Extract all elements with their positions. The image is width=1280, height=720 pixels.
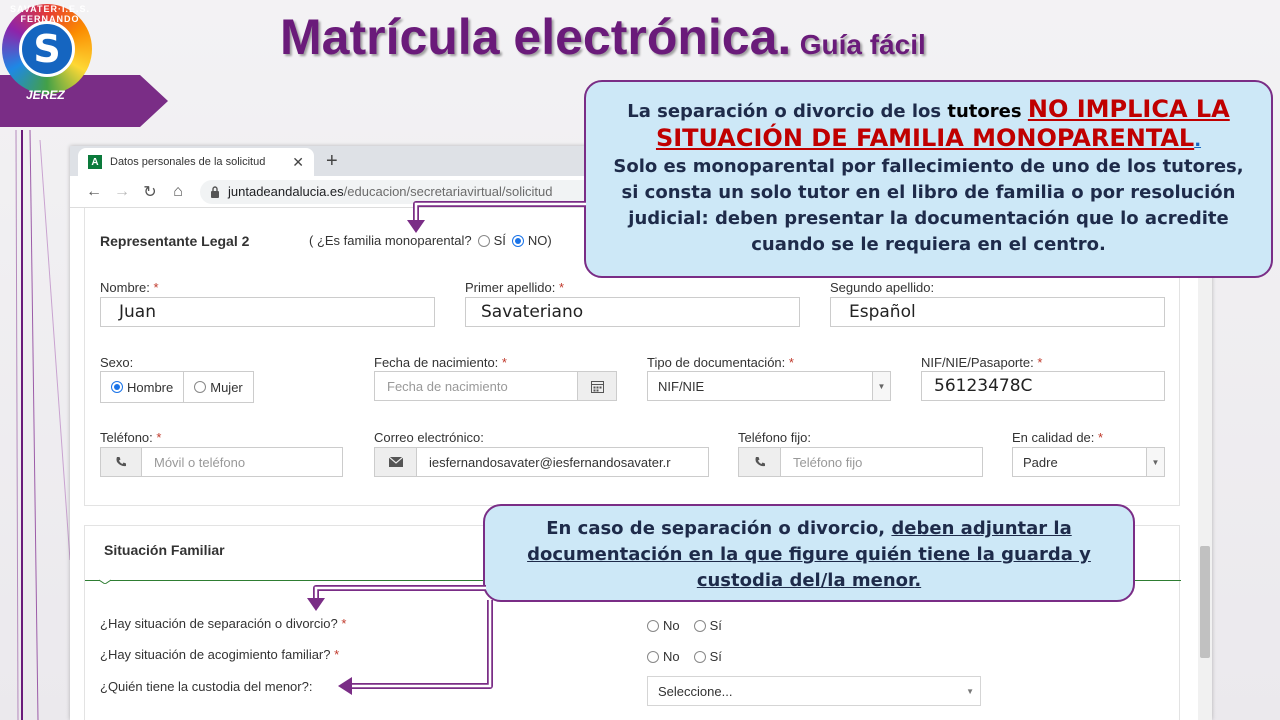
acogimiento-si-radio[interactable] <box>693 650 706 663</box>
custodia-select[interactable]: Seleccione... ▼ <box>647 676 981 706</box>
callout1-tutores: tutores <box>947 101 1022 122</box>
callout2-end: . <box>914 570 922 591</box>
close-tab-icon[interactable]: ✕ <box>292 154 304 171</box>
scrollbar-thumb[interactable] <box>1200 546 1210 658</box>
primer-apellido-input[interactable]: Savateriano <box>465 297 800 327</box>
monoparental-si-radio[interactable] <box>477 234 490 247</box>
correo-input[interactable]: iesfernandosavater@iesfernandosavater.r <box>416 447 709 477</box>
nif-input[interactable]: 56123478C <box>921 371 1165 401</box>
browser-tab[interactable]: A Datos personales de la solicitud ✕ <box>78 148 314 176</box>
sexo-label: Sexo: <box>100 355 134 370</box>
correo-addon <box>374 447 417 477</box>
segundo-apellido-label: Segundo apellido: <box>830 280 935 295</box>
fecha-input[interactable]: Fecha de nacimiento <box>374 371 578 401</box>
calidad-value: Padre <box>1023 454 1058 470</box>
divorcio-callout: En caso de separación o divorcio, deben … <box>483 504 1135 602</box>
phone-icon <box>755 457 765 467</box>
callout2-intro: En caso de separación o divorcio, <box>546 518 892 539</box>
sexo-mujer-option[interactable]: Mujer <box>183 372 253 402</box>
home-icon[interactable]: ⌂ <box>164 183 192 201</box>
telefono-label: Teléfono: * <box>100 430 162 445</box>
calidad-label: En calidad de: * <box>1012 430 1104 445</box>
fecha-label: Fecha de nacimiento: * <box>374 355 507 370</box>
sexo-mujer-radio[interactable] <box>194 381 207 393</box>
monoparental-label: ( ¿Es familia monoparental? <box>309 233 472 248</box>
chevron-down-icon: ▼ <box>966 686 974 696</box>
slide-title: Matrícula electrónica. Guía fácil <box>280 8 926 66</box>
telefono-fijo-input[interactable]: Teléfono fijo <box>780 447 983 477</box>
monoparental-question: ( ¿Es familia monoparental? SÍ NO) <box>309 233 552 248</box>
correo-label: Correo electrónico: <box>374 430 484 445</box>
acogimiento-no-radio[interactable] <box>647 650 659 663</box>
section-notch <box>99 579 111 584</box>
back-icon[interactable]: ← <box>80 183 108 201</box>
tipo-doc-select[interactable]: NIF/NIE ▼ <box>647 371 891 401</box>
reload-icon[interactable]: ↻ <box>136 182 164 202</box>
site-favicon-icon: A <box>88 155 102 169</box>
lock-icon <box>211 185 219 198</box>
forward-icon[interactable]: → <box>108 183 136 201</box>
callout1-highlight-end: . <box>1194 130 1202 151</box>
primer-apellido-label: Primer apellido: * <box>465 280 565 295</box>
slide-title-main: Matrícula electrónica. <box>280 9 792 65</box>
callout1-body: Solo es monoparental por fallecimiento d… <box>613 156 1244 255</box>
logo-letter: S <box>19 21 75 77</box>
tipo-doc-label: Tipo de documentación: * <box>647 355 794 370</box>
callout1-intro: La separación o divorcio de los <box>627 101 948 122</box>
school-logo: SAVATER·I.E.S. FERNANDO S <box>2 4 92 94</box>
custodia-value: Seleccione... <box>658 683 733 699</box>
segundo-apellido-input[interactable]: Español <box>830 297 1165 327</box>
separacion-si-radio[interactable] <box>693 619 706 632</box>
sexo-hombre-radio[interactable] <box>111 381 123 393</box>
chevron-down-icon: ▼ <box>1146 448 1164 476</box>
calendar-icon <box>590 380 604 393</box>
fecha-calendar-button[interactable] <box>577 371 617 401</box>
logo-city: JEREZ <box>26 88 65 102</box>
telefono-fijo-label: Teléfono fijo: <box>738 430 811 445</box>
telefono-fijo-addon <box>738 447 781 477</box>
telefono-addon <box>100 447 142 477</box>
nombre-input[interactable]: Juan <box>100 297 435 327</box>
nif-label: NIF/NIE/Pasaporte: * <box>921 355 1043 370</box>
separacion-radios: No Sí <box>641 618 722 633</box>
telefono-input[interactable]: Móvil o teléfono <box>141 447 343 477</box>
calidad-select[interactable]: Padre ▼ <box>1012 447 1165 477</box>
custodia-question: ¿Quién tiene la custodia del menor?: <box>100 679 313 694</box>
monoparental-no-label: NO) <box>527 233 552 248</box>
url-path: /educacion/secretariavirtual/solicitud <box>343 184 553 199</box>
monoparental-si-label: SÍ <box>493 233 506 248</box>
monoparental-callout: La separación o divorcio de los tutores … <box>584 80 1273 278</box>
sexo-radio-group: Hombre Mujer <box>100 371 254 403</box>
envelope-icon <box>388 457 403 467</box>
url-domain: juntadeandalucia.es <box>228 184 344 199</box>
slide-title-sub: Guía fácil <box>799 29 926 60</box>
logo-ring-text: SAVATER·I.E.S. FERNANDO <box>10 4 91 24</box>
tab-title: Datos personales de la solicitud <box>110 156 266 168</box>
representante-title: Representante Legal 2 <box>100 233 250 249</box>
phone-icon <box>116 457 126 467</box>
separacion-no-radio[interactable] <box>647 619 659 632</box>
situacion-title: Situación Familiar <box>104 542 225 558</box>
tipo-doc-value: NIF/NIE <box>658 378 705 394</box>
separacion-question: ¿Hay situación de separación o divorcio?… <box>100 616 347 631</box>
new-tab-button[interactable]: + <box>326 150 338 173</box>
monoparental-no-radio[interactable] <box>511 234 524 247</box>
acogimiento-question: ¿Hay situación de acogimiento familiar? … <box>100 647 340 662</box>
sexo-hombre-option[interactable]: Hombre <box>101 372 183 402</box>
nombre-label: Nombre: * <box>100 280 159 295</box>
acogimiento-radios: No Sí <box>641 649 722 664</box>
chevron-down-icon: ▼ <box>872 372 890 400</box>
